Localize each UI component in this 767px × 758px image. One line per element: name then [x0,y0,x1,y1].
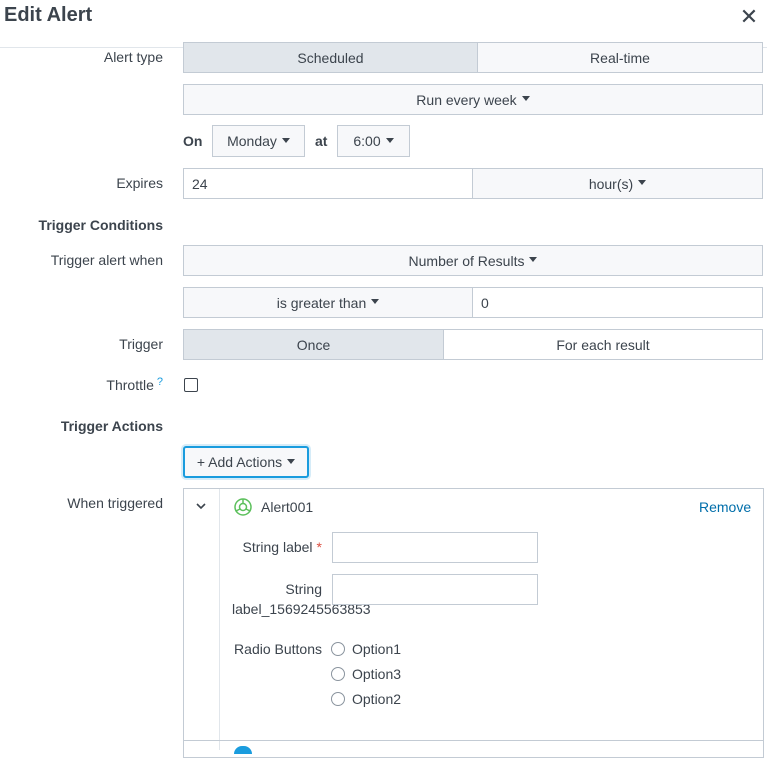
trigger-actions-heading: Trigger Actions [60,418,163,434]
trigger-when-dropdown[interactable]: Number of Results [183,245,763,276]
alert-type-scheduled-button[interactable]: Scheduled [183,42,478,73]
trigger-when-label: Trigger alert when [50,252,163,268]
time-value: 6:00 [353,133,381,149]
trigger-label: Trigger [119,336,163,352]
radio-option3-label: Option3 [352,666,402,682]
threshold-input[interactable]: 0 [472,287,763,318]
help-icon[interactable]: ? [157,376,163,388]
at-label: at [315,133,328,149]
dialog-title: Edit Alert [4,4,93,26]
throttle-label-group: Throttle? [0,376,163,393]
comparator-value: is greater than [276,294,367,311]
string-label-group: String label * [200,539,323,555]
on-label: On [183,133,203,149]
caret-down-icon [521,96,530,101]
radio-option2-label: Option2 [352,691,402,707]
string-label2-line1: String [285,581,322,597]
trigger-conditions-heading: Trigger Conditions [38,217,163,233]
caret-down-icon [638,180,647,185]
caret-down-icon [529,257,538,262]
string-label-input[interactable] [332,532,538,563]
caret-down-icon [281,137,290,143]
when-triggered-label: When triggered [67,495,163,511]
add-actions-label: + Add Actions [196,454,283,470]
radio-option2[interactable] [331,692,345,706]
next-action-icon [234,746,252,754]
schedule-frequency-dropdown[interactable]: Run every week [183,84,763,115]
threshold-value: 0 [481,294,489,311]
day-value: Monday [227,133,277,149]
time-dropdown[interactable]: 6:00 [337,125,410,157]
action-panel [183,488,764,758]
close-icon[interactable]: ✕ [738,6,760,28]
expires-value: 24 [192,175,208,192]
chevron-down-icon[interactable] [193,498,209,514]
expires-label: Expires [116,175,163,191]
required-marker: * [316,539,322,555]
schedule-frequency-value: Run every week [416,91,517,108]
trigger-once-button[interactable]: Once [183,329,444,360]
panel-divider [219,489,220,750]
string-label2-input[interactable] [332,574,538,605]
alert-action-icon [233,497,253,517]
add-actions-button[interactable]: + Add Actions [183,446,309,478]
string-label: String label [242,539,313,555]
alert-type-label: Alert type [103,49,163,65]
trigger-each-result-button[interactable]: For each result [443,329,763,360]
comparator-dropdown[interactable]: is greater than [183,287,473,318]
caret-down-icon [385,137,394,143]
remove-action-link[interactable]: Remove [699,499,751,515]
radio-option3[interactable] [331,667,345,681]
radio-option1[interactable] [331,642,345,656]
expires-unit-dropdown[interactable]: hour(s) [472,168,763,199]
expires-unit-value: hour(s) [588,175,634,192]
panel-row-divider [184,740,764,741]
caret-down-icon [287,458,296,464]
trigger-when-value: Number of Results [408,252,525,269]
radio-option1-label: Option1 [352,641,402,657]
day-dropdown[interactable]: Monday [212,125,305,157]
action-name: Alert001 [261,499,314,515]
caret-down-icon [371,299,380,304]
throttle-checkbox[interactable] [184,378,198,392]
throttle-label: Throttle [106,377,154,393]
radio-buttons-label: Radio Buttons [234,641,322,657]
expires-input[interactable]: 24 [183,168,473,199]
alert-type-realtime-button[interactable]: Real-time [477,42,763,73]
